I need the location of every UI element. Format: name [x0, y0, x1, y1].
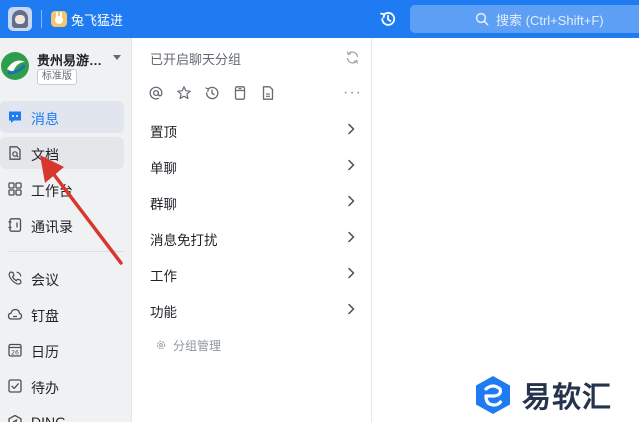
- watermark: 易软汇: [472, 375, 612, 415]
- group-item-label: 消息免打扰: [150, 233, 218, 248]
- sidebar-item-calendar[interactable]: 26 日历: [0, 334, 124, 366]
- workbench-icon: [8, 182, 22, 196]
- refresh-icon[interactable]: [345, 50, 360, 65]
- group-manage-button[interactable]: 分组管理: [155, 337, 221, 353]
- message-icon: [9, 111, 21, 123]
- sidebar-item-label: 日历: [31, 344, 59, 360]
- sidebar-item-todo[interactable]: 待办: [0, 370, 124, 402]
- workspace-name: 兔飞猛进: [71, 12, 124, 28]
- svg-text:26: 26: [11, 349, 19, 356]
- group-item-single-chat[interactable]: 单聊: [150, 156, 360, 176]
- search-input[interactable]: 搜索 (Ctrl+Shift+F): [410, 5, 639, 33]
- sidebar-item-messages[interactable]: 消息: [0, 101, 124, 133]
- group-item-pinned[interactable]: 置顶: [150, 120, 360, 140]
- sidebar-item-label: 通讯录: [31, 219, 73, 235]
- sidebar-item-label: 文档: [31, 147, 59, 163]
- watermark-logo-icon: [476, 376, 510, 414]
- search-placeholder: 搜索 (Ctrl+Shift+F): [496, 12, 604, 28]
- workspace-switcher[interactable]: 兔飞猛进: [51, 9, 123, 29]
- search-icon: [475, 12, 489, 26]
- user-avatar[interactable]: [8, 7, 32, 31]
- group-item-label: 置顶: [150, 125, 177, 140]
- chevron-right-icon: [348, 303, 355, 315]
- chevron-right-icon: [348, 159, 355, 171]
- group-item-label: 工作: [150, 269, 177, 284]
- panel-title: 已开启聊天分组: [150, 52, 242, 67]
- sidebar-item-drive[interactable]: 钉盘: [0, 298, 124, 330]
- at-icon[interactable]: [148, 85, 164, 101]
- group-item-label: 群聊: [150, 197, 177, 212]
- sidebar-item-label: 工作台: [31, 183, 73, 199]
- file-icon[interactable]: [260, 85, 276, 101]
- topbar-divider: [41, 10, 42, 28]
- chevron-right-icon: [348, 231, 355, 243]
- sidebar-item-label: DING: [31, 414, 66, 422]
- sidebar-item-label: 待办: [31, 380, 59, 396]
- group-manage-label: 分组管理: [173, 338, 222, 353]
- phone-icon: [8, 271, 22, 285]
- org-name: 贵州易游…: [37, 53, 103, 68]
- top-bar: 兔飞猛进 搜索 (Ctrl+Shift+F): [0, 0, 639, 38]
- org-plan-badge: 标准版: [37, 69, 77, 85]
- sidebar-item-meetings[interactable]: 会议: [0, 262, 124, 294]
- checkbox-icon: [8, 379, 22, 393]
- sidebar: 贵州易游… 标准版 消息 文档 工作台 通讯录 会议 钉盘 26 日历 待办 D…: [0, 38, 132, 422]
- org-switcher[interactable]: 贵州易游… 标准版: [0, 46, 132, 90]
- group-item-do-not-disturb[interactable]: 消息免打扰: [150, 228, 360, 248]
- group-item-group-chat[interactable]: 群聊: [150, 192, 360, 212]
- group-item-label: 单聊: [150, 161, 177, 176]
- group-item-label: 功能: [150, 305, 177, 320]
- sidebar-item-label: 钉盘: [31, 308, 59, 324]
- group-item-work[interactable]: 工作: [150, 264, 360, 284]
- chevron-right-icon: [348, 123, 355, 135]
- sidebar-item-label: 消息: [31, 111, 59, 127]
- more-options-icon[interactable]: ···: [343, 84, 362, 102]
- watermark-text: 易软汇: [522, 382, 613, 414]
- group-item-functions[interactable]: 功能: [150, 300, 360, 320]
- sidebar-item-workbench[interactable]: 工作台: [0, 173, 124, 205]
- org-logo-icon: [1, 52, 29, 80]
- history-icon[interactable]: [379, 10, 397, 28]
- ding-icon: [8, 414, 22, 422]
- archive-icon[interactable]: [232, 85, 248, 101]
- star-icon[interactable]: [176, 85, 192, 101]
- contacts-icon: [8, 218, 22, 232]
- calendar-icon: 26: [8, 343, 22, 357]
- sidebar-item-label: 会议: [31, 272, 59, 288]
- sidebar-divider: [8, 251, 124, 252]
- sidebar-item-documents[interactable]: 文档: [0, 137, 124, 169]
- avatar-face: [15, 15, 25, 24]
- sidebar-item-ding[interactable]: DING: [0, 406, 124, 422]
- chevron-right-icon: [348, 267, 355, 279]
- chat-groups-panel: 已开启聊天分组 ··· 置顶 单聊 群聊 消息免打扰 工作 功能 分组管理: [132, 38, 372, 422]
- chevron-right-icon: [348, 195, 355, 207]
- clock-icon[interactable]: [204, 85, 220, 101]
- sidebar-item-contacts[interactable]: 通讯录: [0, 209, 124, 241]
- caret-down-icon[interactable]: [113, 55, 121, 60]
- rabbit-icon: [51, 11, 67, 27]
- gear-icon: [156, 340, 166, 350]
- cloud-icon: [7, 308, 23, 320]
- document-icon: [9, 146, 21, 160]
